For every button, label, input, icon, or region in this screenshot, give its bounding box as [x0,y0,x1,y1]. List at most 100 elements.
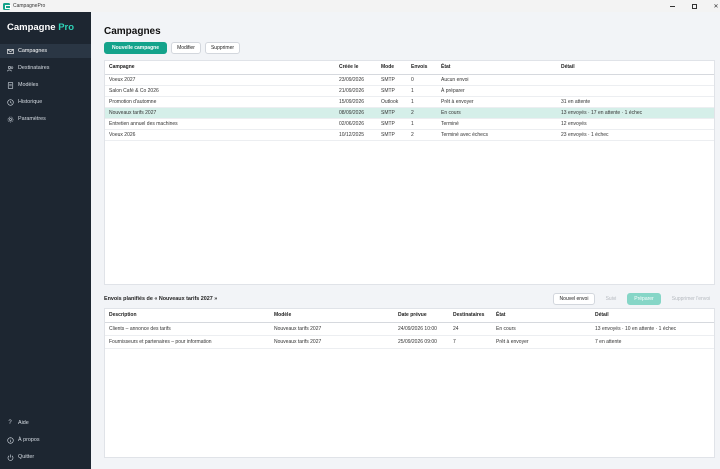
cell-detail: 7 en attente [591,335,714,349]
edit-button[interactable]: Modifier [171,42,201,54]
new-campaign-button[interactable]: Nouvelle campagne [104,42,167,54]
cell-created: 08/09/2026 [335,107,377,119]
mail-icon [6,47,14,55]
table-row[interactable]: Voeux 2027 23/09/2026 SMTP 0 Aucun envoi [105,74,714,86]
sidebar-item-quitter[interactable]: Quitter [0,450,91,464]
column-header[interactable]: État [492,309,591,323]
sends-table-panel: Description Modèle Date prévue Destinata… [104,308,715,458]
cell-detail [557,85,714,97]
close-icon: ✕ [713,3,719,10]
power-icon [6,453,14,461]
cell-recipients: 24 [449,322,492,336]
table-row[interactable]: Voeux 2026 10/12/2025 SMTP 2 Terminé ave… [105,129,714,141]
sidebar-item-label: Destinataires [18,65,50,71]
cell-created: 23/09/2026 [335,74,377,86]
cell-description: Clients – annonce des tarifs [105,322,270,336]
column-header[interactable]: Modèle [270,309,394,323]
table-row[interactable]: Fournisseurs et partenaires – pour infor… [105,335,714,349]
cell-mode: Outlook [377,96,407,108]
sidebar-item-label: Paramètres [18,116,46,122]
minimize-button[interactable] [660,0,684,12]
column-header[interactable]: Créée le [335,61,377,75]
sidebar-item-aide[interactable]: ? Aide [0,416,91,430]
sidebar-item-label: Aide [18,420,29,426]
column-header[interactable]: État [437,61,557,75]
close-button[interactable]: ✕ [704,0,720,12]
column-header[interactable]: Campagne [105,61,335,75]
page-title: Campagnes [104,26,161,37]
sidebar-item-destinataires[interactable]: Destinataires [0,61,91,75]
main-content: Campagnes Nouvelle campagne Modifier Sup… [91,12,720,469]
table-header-row: Campagne Créée le Mode Envois État Détai… [105,61,714,75]
cell-state: Terminé [437,118,557,130]
sidebar-item-a-propos[interactable]: À propos [0,433,91,447]
table-row[interactable]: Salon Café & Co 2026 21/09/2026 SMTP 1 À… [105,85,714,97]
table-row-selected[interactable]: Nouveaux tarifs 2027 08/09/2026 SMTP 2 E… [105,107,714,119]
clock-icon [6,98,14,106]
cell-date: 25/09/2026 09:00 [394,335,449,349]
users-icon [6,64,14,72]
cell-mode: SMTP [377,118,407,130]
delete-button[interactable]: Supprimer [205,42,240,54]
sidebar-item-campagnes[interactable]: Campagnes [0,44,91,58]
column-header[interactable]: Détail [591,309,714,323]
table-header-row: Description Modèle Date prévue Destinata… [105,309,714,323]
cell-sends: 0 [407,74,437,86]
cell-state: Prêt à envoyer [437,96,557,108]
cell-mode: SMTP [377,129,407,141]
cell-detail: 31 en attente [557,96,714,108]
column-header[interactable]: Destinataires [449,309,492,323]
sidebar-item-historique[interactable]: Historique [0,95,91,109]
cell-sends: 2 [407,107,437,119]
cell-sends: 2 [407,129,437,141]
table-row[interactable]: Entretien annuel des machines 02/06/2026… [105,118,714,130]
app-icon [3,2,11,10]
cell-state: Terminé avec échecs [437,129,557,141]
cell-mode: SMTP [377,107,407,119]
minimize-icon [669,5,675,7]
cell-detail: 12 envoyés [557,118,714,130]
column-header[interactable]: Mode [377,61,407,75]
cell-created: 15/09/2026 [335,96,377,108]
follow-button[interactable]: Suivi [599,293,623,305]
cell-campaign: Nouveaux tarifs 2027 [105,107,335,119]
sidebar-item-modeles[interactable]: Modèles [0,78,91,92]
cell-created: 21/09/2026 [335,85,377,97]
sends-table: Description Modèle Date prévue Destinata… [105,309,714,349]
campaigns-table: Campagne Créée le Mode Envois État Détai… [105,61,714,141]
campaigns-table-panel: Campagne Créée le Mode Envois État Détai… [104,60,715,285]
column-header[interactable]: Date prévue [394,309,449,323]
maximize-icon [691,3,697,9]
prepare-button[interactable]: Préparer [627,293,661,305]
cell-sends: 1 [407,118,437,130]
sidebar-item-parametres[interactable]: Paramètres [0,112,91,126]
campaign-toolbar: Nouvelle campagne Modifier Supprimer [104,42,240,54]
column-header[interactable]: Détail [557,61,714,75]
help-icon: ? [8,420,12,426]
window-title: CampagnePro [13,3,46,9]
column-header[interactable]: Description [105,309,270,323]
cell-mode: SMTP [377,85,407,97]
cell-detail [557,74,714,86]
new-send-button[interactable]: Nouvel envoi [553,293,595,305]
title-bar: CampagnePro ✕ [0,0,720,12]
cell-sends: 1 [407,96,437,108]
cell-template: Nouveaux tarifs 2027 [270,335,394,349]
gear-icon [6,115,14,123]
cell-detail: 13 envoyés · 17 en attente · 1 échec [557,107,714,119]
maximize-button[interactable] [682,0,706,12]
cell-campaign: Voeux 2027 [105,74,335,86]
table-row[interactable]: Clients – annonce des tarifs Nouveaux ta… [105,322,714,336]
cell-campaign: Voeux 2026 [105,129,335,141]
cell-state: En cours [437,107,557,119]
table-row[interactable]: Promotion d'automne 15/09/2026 Outlook 1… [105,96,714,108]
sidebar-item-label: Modèles [18,82,39,88]
cell-template: Nouveaux tarifs 2027 [270,322,394,336]
sidebar-item-label: Campagnes [18,48,48,54]
delete-send-button[interactable]: Supprimer l'envoi [665,293,717,305]
sidebar-item-label: Quitter [18,454,35,460]
sidebar: Campagne Pro Campagnes Destinataires Mod… [0,12,91,469]
cell-state: Prêt à envoyer [492,335,591,349]
column-header[interactable]: Envois [407,61,437,75]
cell-date: 24/09/2026 10:00 [394,322,449,336]
